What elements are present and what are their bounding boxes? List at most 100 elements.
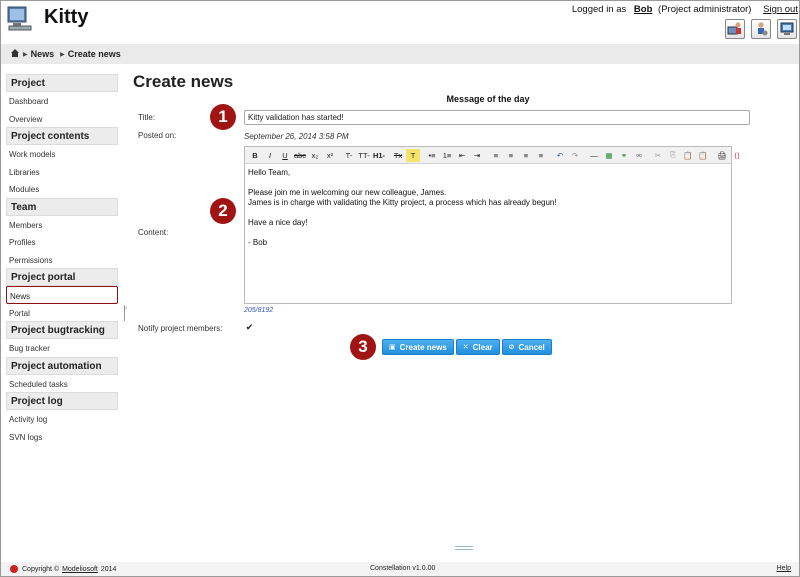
sidebar-collapse-handle[interactable]: ‹ (124, 305, 130, 321)
sidebar-item-bug-tracker[interactable]: Bug tracker (6, 339, 118, 357)
numbered-list-button[interactable]: 1≡ (440, 149, 454, 162)
chevron-right-icon: ▶ (60, 51, 65, 58)
content-label: Content: (138, 228, 169, 237)
workstation-icon (780, 22, 794, 35)
outdent-button[interactable]: ⇤ (455, 149, 469, 162)
user-profile-button[interactable] (725, 19, 745, 39)
align-center-button[interactable]: ≡ (504, 149, 518, 162)
create-news-button[interactable]: ▣ Create news (382, 339, 454, 355)
cut-button[interactable]: ✂ (651, 149, 665, 162)
bold-button[interactable]: B (248, 149, 262, 162)
cancel-label: Cancel (518, 342, 545, 352)
sidebar-item-members[interactable]: Members (6, 216, 118, 234)
unlink-button[interactable]: ⚮ (632, 149, 646, 162)
app-title: Kitty (44, 6, 89, 28)
editor-content[interactable]: Hello Team, ​ Please join me in welcomin… (245, 164, 731, 252)
horizontal-rule-button[interactable]: — (587, 149, 601, 162)
resize-handle[interactable] (455, 546, 473, 550)
content-line: ​ (248, 178, 728, 188)
align-left-button[interactable]: ≡ (489, 149, 503, 162)
brand-logo-icon (10, 565, 18, 573)
clear-format-button[interactable]: Tx (391, 149, 405, 162)
insert-link-button[interactable]: ⚭ (617, 149, 631, 162)
sidebar-item-work-models[interactable]: Work models (6, 145, 118, 163)
workstation-button[interactable] (777, 19, 797, 39)
print-button[interactable]: 🖨 (715, 149, 729, 162)
posted-on-label: Posted on: (138, 131, 177, 140)
callout-marker-1: 1 (210, 104, 236, 130)
title-input[interactable] (244, 110, 750, 125)
sidebar-item-portal[interactable]: Portal (6, 304, 118, 322)
sidebar-section-project-contents: Project contents (6, 127, 118, 145)
sidebar-item-activity-log[interactable]: Activity log (6, 410, 118, 428)
copy-button[interactable]: ⎘ (666, 149, 680, 162)
notify-label: Notify project members: (138, 324, 223, 333)
strikethrough-button[interactable]: abc (293, 149, 307, 162)
sidebar-item-dashboard[interactable]: Dashboard (6, 92, 118, 110)
underline-button[interactable]: U (278, 149, 292, 162)
sidebar-section-team: Team (6, 197, 118, 216)
save-icon: ▣ (389, 344, 396, 351)
user-computer-icon (727, 22, 741, 35)
insert-image-button[interactable]: ▦ (602, 149, 616, 162)
logged-in-label: Logged in as (571, 4, 627, 15)
title-label: Title: (138, 113, 156, 122)
subscript-button[interactable]: x₂ (308, 149, 322, 162)
user-gear-icon (758, 22, 768, 36)
breadcrumb-item-news[interactable]: News (31, 49, 55, 59)
sign-out-link[interactable]: Sign out (763, 4, 798, 15)
sidebar-item-svn-logs[interactable]: SVN logs (6, 428, 118, 446)
editor-toolbar: B I U abc x₂ x² T- TT- H1- Tx T •≡ 1≡ ⇤ … (245, 147, 740, 164)
sidebar-item-scheduled-tasks[interactable]: Scheduled tasks (6, 375, 118, 393)
align-justify-button[interactable]: ≡ (534, 149, 548, 162)
sidebar-section-project: Project (6, 74, 118, 92)
clear-label: Clear (472, 342, 493, 352)
sidebar-item-profiles[interactable]: Profiles (6, 233, 118, 251)
paste-button[interactable]: 📋 (681, 149, 695, 162)
callout-marker-3: 3 (350, 334, 376, 360)
chevron-right-icon: ▶ (23, 51, 28, 58)
sidebar: Project Dashboard Overview Project conte… (6, 74, 118, 445)
sidebar-item-permissions[interactable]: Permissions (6, 251, 118, 269)
content-line: Have a nice day! (248, 218, 308, 227)
help-link[interactable]: Help (777, 565, 791, 572)
home-icon[interactable] (11, 49, 19, 59)
content-line: James is in charge with validating the K… (248, 198, 557, 207)
paste-text-button[interactable]: 📋 (696, 149, 710, 162)
font-size-dropdown[interactable]: TT- (357, 149, 371, 162)
rich-text-editor: B I U abc x₂ x² T- TT- H1- Tx T •≡ 1≡ ⇤ … (244, 146, 740, 304)
close-icon: ✕ (462, 344, 469, 351)
sidebar-item-modules[interactable]: Modules (6, 180, 118, 198)
indent-button[interactable]: ⇥ (470, 149, 484, 162)
align-right-button[interactable]: ≡ (519, 149, 533, 162)
source-code-button[interactable]: ⟨⟩ (730, 149, 744, 162)
clear-button[interactable]: ✕ Clear (455, 339, 500, 355)
content-line: ​ (248, 208, 728, 218)
highlight-color-button[interactable]: T (406, 148, 420, 162)
character-counter: 205/8192 (244, 307, 274, 314)
login-info: Logged in as Bob (Project administrator)… (572, 4, 798, 15)
breadcrumb-item-current: Create news (67, 49, 121, 59)
callout-marker-2: 2 (210, 198, 236, 224)
sidebar-item-news[interactable]: News (6, 286, 118, 304)
company-link[interactable]: Modeliosoft (62, 566, 98, 573)
italic-button[interactable]: I (263, 149, 277, 162)
version-label: Constellation v1.0.00 (370, 565, 436, 572)
sidebar-item-libraries[interactable]: Libraries (6, 163, 118, 181)
cancel-button[interactable]: ⊘ Cancel (501, 339, 552, 355)
monitor-logo-icon (7, 6, 33, 32)
sidebar-item-overview[interactable]: Overview (6, 110, 118, 128)
notify-checkbox[interactable]: ✔ (244, 322, 255, 333)
redo-button[interactable]: ↷ (568, 149, 582, 162)
superscript-button[interactable]: x² (323, 149, 337, 162)
page-title: Create news (133, 72, 234, 91)
font-family-dropdown[interactable]: T- (342, 149, 356, 162)
create-news-label: Create news (399, 342, 447, 352)
bulleted-list-button[interactable]: •≡ (425, 149, 439, 162)
undo-button[interactable]: ↶ (553, 149, 567, 162)
breadcrumb: ▶ News ▶ Create news (1, 44, 799, 64)
user-link[interactable]: Bob (634, 4, 652, 15)
user-role: (Project administrator) (658, 4, 752, 15)
user-settings-button[interactable] (751, 19, 771, 39)
heading-dropdown[interactable]: H1- (372, 149, 386, 162)
